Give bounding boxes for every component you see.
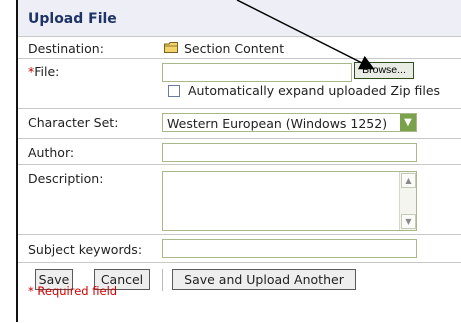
scroll-down-icon[interactable]: ▼ bbox=[401, 214, 416, 229]
description-label: Description: bbox=[28, 171, 104, 186]
destination-label: Destination: bbox=[28, 41, 104, 56]
author-input[interactable] bbox=[162, 143, 417, 162]
subject-keywords-row: Subject keywords: bbox=[18, 234, 461, 263]
author-label: Author: bbox=[28, 145, 75, 160]
destination-value: Section Content bbox=[184, 41, 285, 56]
chevron-down-icon[interactable]: ▼ bbox=[400, 114, 416, 131]
auto-expand-label: Automatically expand uploaded Zip files bbox=[188, 83, 441, 98]
save-and-upload-another-button[interactable]: Save and Upload Another bbox=[172, 269, 356, 290]
file-label-text: File: bbox=[34, 64, 60, 79]
character-set-label: Character Set: bbox=[28, 115, 119, 130]
required-field-note: * Required field bbox=[28, 284, 118, 298]
character-set-row: Character Set: Western European (Windows… bbox=[18, 108, 461, 139]
description-scrollbar[interactable]: ▲ ▼ bbox=[399, 172, 416, 230]
browse-button[interactable]: Browse... bbox=[354, 62, 414, 79]
scroll-up-icon[interactable]: ▲ bbox=[401, 173, 416, 188]
file-input[interactable] bbox=[162, 63, 352, 82]
folder-icon bbox=[164, 42, 178, 53]
panel-header: Upload File bbox=[18, 0, 461, 36]
file-label: *File: bbox=[28, 64, 59, 79]
subject-keywords-input[interactable] bbox=[162, 239, 417, 258]
description-textarea[interactable]: ▲ ▼ bbox=[162, 171, 417, 231]
file-row: *File: Browse... Automatically expand up… bbox=[18, 58, 461, 109]
description-row: Description: ▲ ▼ bbox=[18, 164, 461, 235]
character-set-selected: Western European (Windows 1252) bbox=[167, 116, 388, 131]
destination-row: Destination: Section Content bbox=[18, 36, 461, 59]
subject-keywords-label: Subject keywords: bbox=[28, 242, 143, 257]
character-set-select[interactable]: Western European (Windows 1252) ▼ bbox=[162, 113, 417, 132]
button-separator bbox=[162, 269, 163, 291]
upload-file-panel: Upload File Destination: Section Content… bbox=[16, 0, 461, 322]
author-row: Author: bbox=[18, 138, 461, 165]
auto-expand-checkbox[interactable] bbox=[168, 85, 180, 97]
page-title: Upload File bbox=[28, 11, 117, 27]
